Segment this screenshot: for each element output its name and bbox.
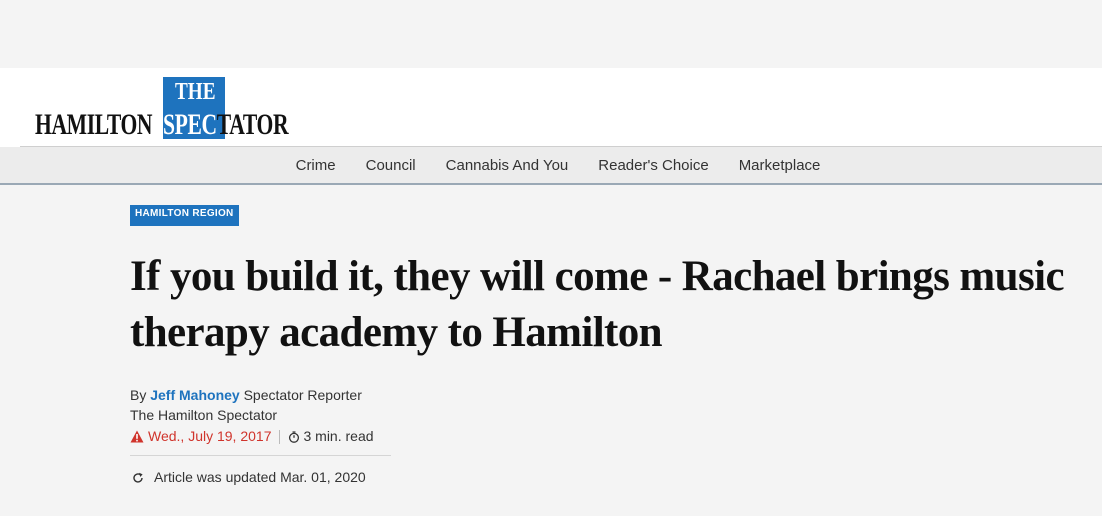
article-updated: Article was updated Mar. 01, 2020 (130, 467, 366, 488)
publish-date: Wed., July 19, 2017 (148, 428, 272, 444)
author-role: Spectator Reporter (243, 387, 362, 403)
logo-spec: SPEC (163, 108, 217, 141)
top-ad-strip (0, 0, 1102, 68)
nav-item-crime[interactable]: Crime (296, 157, 336, 174)
refresh-icon (133, 472, 143, 483)
nav-item-readers-choice[interactable]: Reader's Choice (598, 157, 708, 174)
logo-hamilton: HAMILTON (35, 108, 153, 141)
article-meta: Wed., July 19, 2017 3 min. read (130, 426, 374, 447)
nav-item-cannabis-and-you[interactable]: Cannabis And You (446, 157, 569, 174)
logo-spectator: SPECTATOR (163, 108, 289, 141)
author-link[interactable]: Jeff Mahoney (150, 387, 239, 403)
byline-prefix: By (130, 387, 147, 403)
masthead: THE HAMILTON SPECTATOR (0, 68, 1102, 147)
timer-icon (289, 430, 300, 443)
logo-tator: TATOR (216, 108, 289, 141)
alert-triangle-icon (130, 430, 144, 443)
nav-item-council[interactable]: Council (366, 157, 416, 174)
meta-divider (279, 429, 281, 444)
section-badge[interactable]: HAMILTON REGION (130, 205, 239, 226)
site-logo[interactable]: THE HAMILTON SPECTATOR (35, 77, 303, 141)
publication-name: The Hamilton Spectator (130, 407, 278, 423)
read-time: 3 min. read (303, 428, 374, 444)
nav-item-marketplace[interactable]: Marketplace (739, 157, 821, 174)
article-headline: If you build it, they will come - Rachae… (130, 253, 1065, 356)
nav-items: Crime Council Cannabis And You Reader's … (0, 147, 1102, 183)
updated-text: Article was updated Mar. 01, 2020 (154, 469, 366, 485)
byline: By Jeff Mahoney Spectator Reporter (130, 385, 362, 406)
meta-divider-line (130, 455, 391, 456)
logo-the: THE (175, 79, 216, 105)
section-nav: Crime Council Cannabis And You Reader's … (0, 147, 1102, 185)
